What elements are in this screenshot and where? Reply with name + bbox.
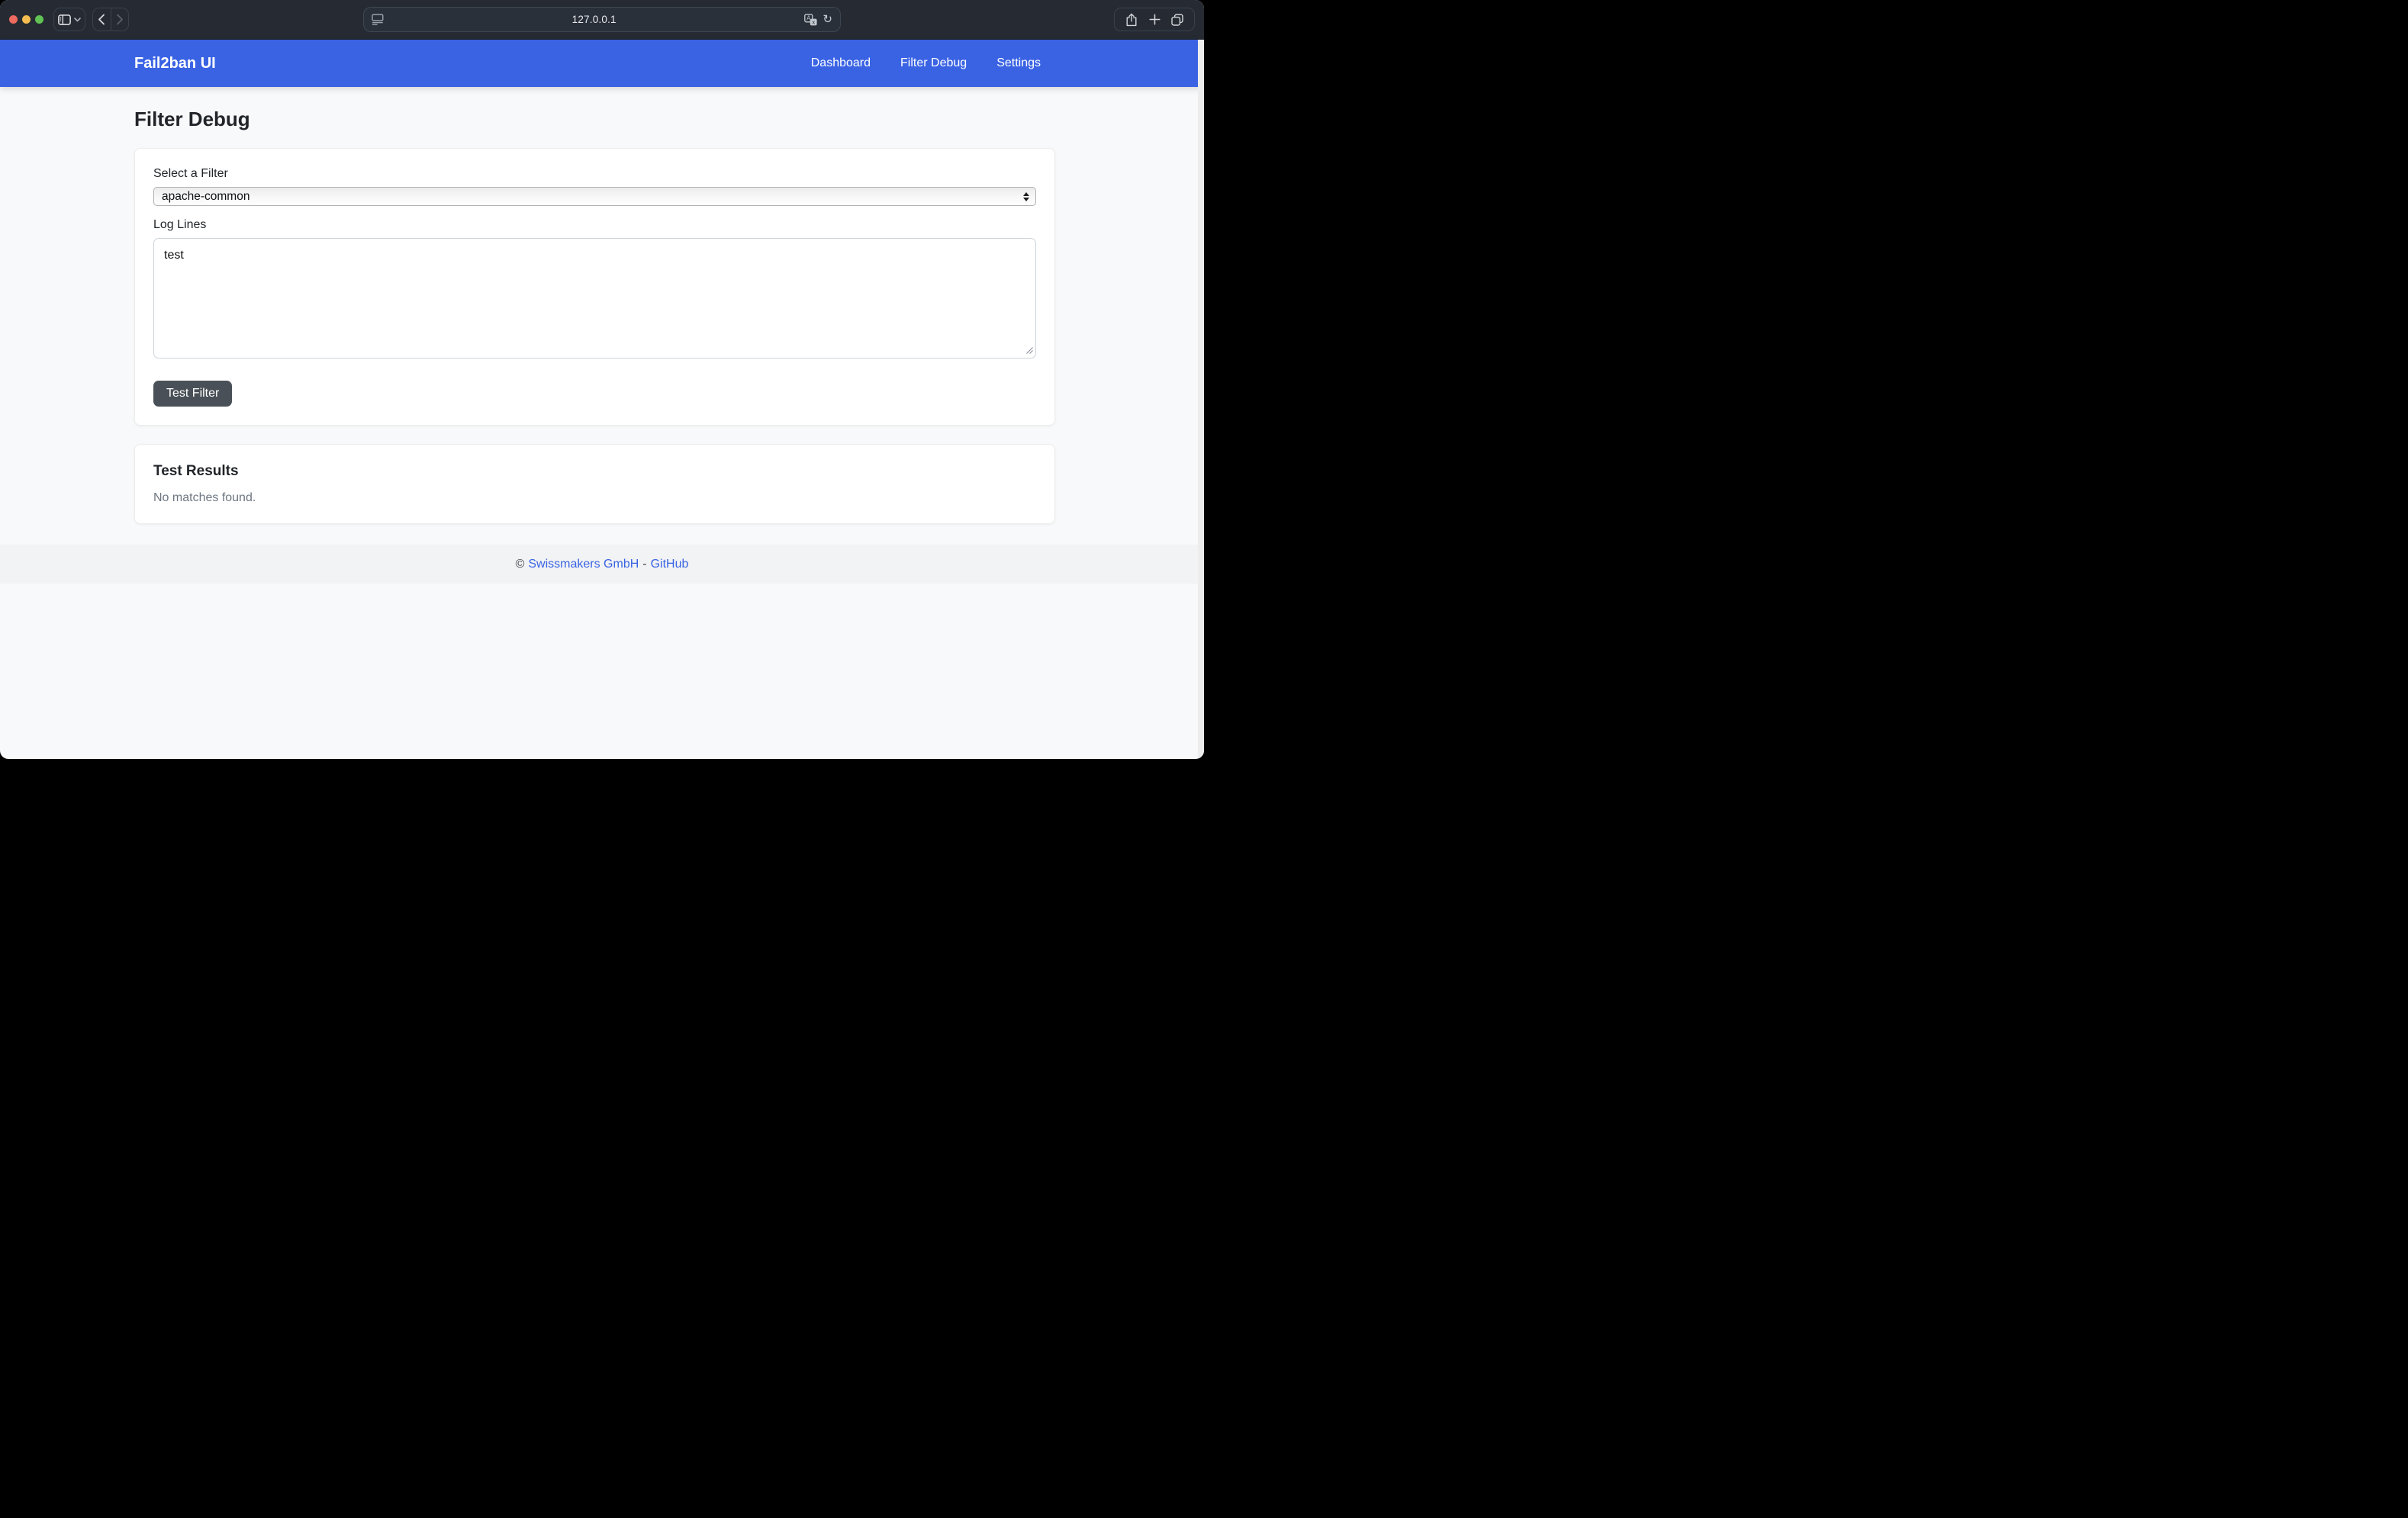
nav-link-dashboard[interactable]: Dashboard bbox=[811, 56, 871, 69]
site-navbar: Fail2ban UI Dashboard Filter Debug Setti… bbox=[0, 40, 1204, 87]
plus-icon bbox=[1149, 14, 1161, 25]
browser-window: 127.0.0.1 A x ↻ bbox=[0, 0, 1204, 759]
nav-link-filter-debug[interactable]: Filter Debug bbox=[900, 56, 967, 69]
sidebar-button[interactable] bbox=[53, 8, 85, 31]
address-text[interactable]: 127.0.0.1 bbox=[384, 14, 804, 25]
screen: { "colors": { "chrome-bg": "#262b33", "n… bbox=[0, 0, 1204, 759]
svg-text:x: x bbox=[813, 18, 816, 25]
nav-links: Dashboard Filter Debug Settings bbox=[811, 56, 1055, 70]
window-controls bbox=[9, 15, 43, 24]
browser-toolbar: 127.0.0.1 A x ↻ bbox=[0, 0, 1204, 40]
share-button[interactable] bbox=[1125, 13, 1138, 27]
minimize-button[interactable] bbox=[22, 15, 31, 24]
results-heading: Test Results bbox=[153, 463, 1036, 480]
loglines-wrap: test bbox=[153, 238, 1036, 362]
copyright-symbol: © bbox=[516, 558, 525, 571]
forward-icon bbox=[116, 14, 124, 25]
translate-icon[interactable]: A x bbox=[804, 14, 817, 26]
scrollbar-track[interactable] bbox=[1198, 40, 1204, 759]
filter-select-wrap: apache-common bbox=[153, 187, 1036, 206]
page-footer: © Swissmakers GmbH - GitHub bbox=[0, 545, 1204, 584]
footer-separator: - bbox=[642, 558, 646, 571]
loglines-textarea[interactable]: test bbox=[153, 238, 1036, 359]
nav-link-settings[interactable]: Settings bbox=[996, 56, 1041, 69]
loglines-label: Log Lines bbox=[153, 218, 1036, 232]
company-link[interactable]: Swissmakers GmbH bbox=[528, 558, 639, 571]
test-results-card: Test Results No matches found. bbox=[134, 444, 1055, 524]
tabs-overview-button[interactable] bbox=[1171, 14, 1183, 26]
back-icon bbox=[98, 14, 105, 25]
filter-select[interactable]: apache-common bbox=[153, 187, 1036, 206]
reload-icon[interactable]: ↻ bbox=[823, 14, 832, 25]
filter-select-label: Select a Filter bbox=[153, 167, 1036, 181]
history-nav-group bbox=[92, 8, 129, 31]
toolbar-right-group bbox=[1114, 8, 1195, 31]
share-icon bbox=[1125, 13, 1138, 27]
sidebar-icon bbox=[58, 14, 71, 25]
forward-button[interactable] bbox=[111, 8, 129, 31]
page-settings-icon[interactable] bbox=[372, 14, 384, 25]
brand[interactable]: Fail2ban UI bbox=[134, 55, 216, 72]
test-filter-button[interactable]: Test Filter bbox=[153, 381, 232, 407]
new-tab-button[interactable] bbox=[1149, 14, 1161, 25]
github-link[interactable]: GitHub bbox=[651, 558, 689, 571]
tabs-icon bbox=[1171, 14, 1183, 26]
filter-form-card: Select a Filter apache-common Log Lines … bbox=[134, 148, 1055, 426]
main-content: Filter Debug Select a Filter apache-comm… bbox=[134, 87, 1055, 524]
page-title: Filter Debug bbox=[134, 108, 1055, 131]
zoom-button[interactable] bbox=[35, 15, 43, 24]
close-button[interactable] bbox=[9, 15, 18, 24]
back-button[interactable] bbox=[93, 8, 111, 31]
chevron-down-icon bbox=[74, 18, 81, 22]
address-bar[interactable]: 127.0.0.1 A x ↻ bbox=[363, 7, 841, 32]
results-message: No matches found. bbox=[153, 491, 1036, 505]
